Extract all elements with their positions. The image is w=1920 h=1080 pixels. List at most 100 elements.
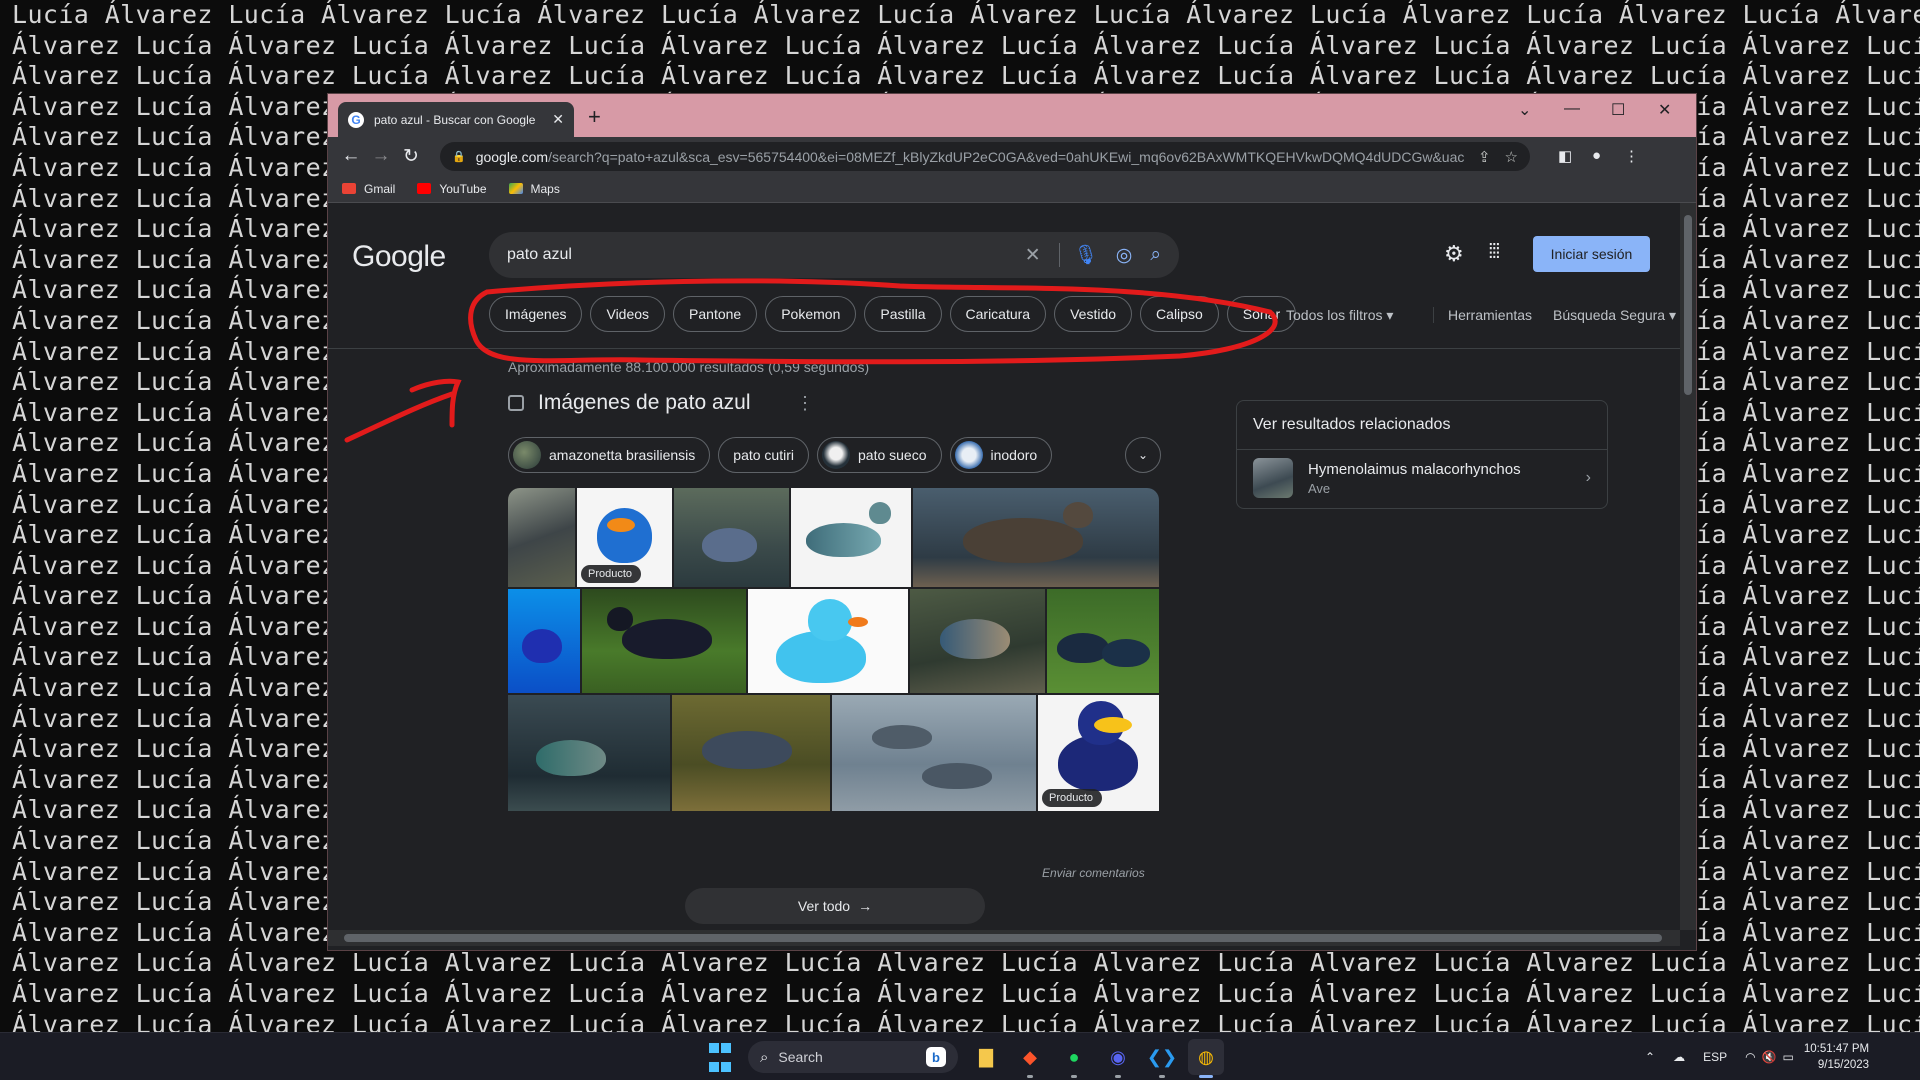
chip-pastilla[interactable]: Pastilla [864,296,942,332]
url-text[interactable]: google.com/search?q=pato+azul&sca_esv=56… [476,149,1464,165]
horizontal-scrollbar[interactable] [328,930,1680,946]
chip-caricatura[interactable]: Caricatura [949,296,1047,332]
related-chip-pato-sueco[interactable]: pato sueco [817,437,942,473]
chip-pantone[interactable]: Pantone [673,296,758,332]
related-chip-pato-cutiri[interactable]: pato cutiri [718,437,809,473]
image-result[interactable] [582,589,746,693]
related-chip-label: amazonetta brasiliensis [549,447,696,463]
taskbar-search-box[interactable]: ⌕ Search b [748,1041,958,1073]
back-arrow-icon[interactable]: ← [336,145,366,167]
image-result[interactable] [672,695,830,811]
chip-calipso[interactable]: Calipso [1140,296,1219,332]
onedrive-cloud-icon[interactable]: ☁ [1673,1050,1685,1064]
image-result[interactable] [1047,589,1159,693]
result-stats: Aproximadamente 88.100.000 resultados (0… [508,359,870,375]
wallpaper-text-line: Álvarez Lucía Álvarez Lucía Álvarez Lucí… [12,30,1920,60]
image-result[interactable] [508,589,580,693]
vertical-scrollbar[interactable] [1680,203,1696,930]
volume-muted-icon[interactable]: 🔇 [1762,1050,1777,1064]
chrome-window: G pato azul - Buscar con Google ✕ + ⌄ — … [327,93,1697,951]
see-all-button[interactable]: Ver todo → [685,888,985,924]
more-menu-icon[interactable]: ⋮ [1624,147,1639,165]
related-chip-amazonetta[interactable]: amazonetta brasiliensis [508,437,711,473]
image-result[interactable]: Producto [577,488,672,587]
brave-browser-icon[interactable]: ◆ [1012,1039,1048,1078]
wallpaper-text-line: Álvarez Lucía Álvarez Lucía Álvarez Lucí… [12,61,1920,91]
minimize-icon[interactable]: — [1564,100,1580,118]
bookmark-star-icon[interactable]: ☆ [1505,148,1518,166]
image-result[interactable] [910,589,1045,693]
windows-start-icon[interactable] [702,1039,738,1075]
chip-pokemon[interactable]: Pokemon [765,296,857,332]
tab-search-chevron-icon[interactable]: ⌄ [1518,100,1531,120]
close-tab-icon[interactable]: ✕ [552,111,564,128]
image-result[interactable] [748,589,908,693]
chip-thumbnail [513,441,541,469]
related-result-item[interactable]: Hymenolaimus malacorhynchos Ave › [1237,450,1607,506]
system-tray: ⌃ ☁ ESP ◠ 🔇 ▭ 10:51:47 PM 9/15/2023 [1645,1033,1869,1080]
image-result[interactable]: Producto [1038,695,1159,811]
related-panel-title: Ver resultados relacionados [1237,401,1607,450]
chevron-up-icon[interactable]: ⌃ [1645,1050,1655,1064]
bookmark-gmail[interactable]: Gmail [342,182,395,196]
arrow-right-icon: → [858,898,873,914]
image-result[interactable] [674,488,789,587]
address-bar[interactable]: 🔒 google.com/search?q=pato+azul&sca_esv=… [440,142,1530,171]
spotify-icon[interactable]: ● [1056,1039,1092,1078]
search-icon[interactable]: ⌕ [1150,244,1161,266]
file-explorer-icon[interactable]: ▇ [968,1039,1004,1075]
browser-toolbar: ← → ↻ 🔒 google.com/search?q=pato+azul&sc… [328,137,1696,175]
bookmark-maps[interactable]: Maps [508,182,560,196]
battery-icon[interactable]: ▭ [1783,1050,1794,1064]
clear-icon[interactable]: ✕ [1025,244,1041,267]
related-chip-inodoro[interactable]: inodoro [949,437,1053,473]
image-result[interactable] [832,695,1036,811]
image-result[interactable] [508,488,575,587]
tools-button[interactable]: Herramientas [1433,307,1532,323]
google-logo[interactable]: Google [352,240,446,274]
settings-gear-icon[interactable]: ⚙ [1444,241,1464,267]
chrome-icon[interactable]: ◍ [1188,1039,1224,1078]
vscode-icon[interactable]: ❮❯ [1144,1039,1180,1078]
forward-arrow-icon[interactable]: → [366,145,396,167]
close-window-icon[interactable]: ✕ [1658,100,1671,120]
share-icon[interactable]: ⇪ [1478,148,1491,166]
apps-grid-icon[interactable]: ⁞⁞⁞ [1488,241,1501,264]
language-indicator[interactable]: ESP [1703,1050,1727,1064]
search-input[interactable] [507,246,1007,264]
microphone-icon[interactable]: 🎙 [1058,243,1098,267]
google-lens-icon[interactable]: ◎ [1116,244,1133,267]
image-result[interactable] [791,488,911,587]
profile-icon[interactable]: ● [1592,147,1601,164]
discord-icon[interactable]: ◉ [1100,1039,1136,1078]
chip-videos[interactable]: Videos [590,296,666,332]
side-panel-icon[interactable]: ◧ [1558,147,1572,165]
maximize-icon[interactable]: ☐ [1611,100,1625,120]
vertical-scroll-thumb[interactable] [1684,215,1692,395]
chip-imagenes[interactable]: Imágenes [489,296,583,332]
bookmark-youtube[interactable]: YouTube [417,182,487,196]
reload-icon[interactable]: ↻ [396,145,426,168]
chip-vestido[interactable]: Vestido [1054,296,1133,332]
new-tab-icon[interactable]: + [588,104,601,130]
horizontal-scroll-thumb[interactable] [344,934,1662,942]
expand-chips-chevron-icon[interactable]: ⌄ [1125,437,1161,473]
images-more-options-icon[interactable]: ⋮ [796,393,814,414]
send-feedback-link[interactable]: Enviar comentarios [1042,866,1145,880]
search-box: ✕ 🎙 ◎ ⌕ [489,232,1179,278]
all-filters-label: Todos los filtros [1286,307,1383,323]
image-result[interactable] [913,488,1159,587]
tab-google-search[interactable]: G pato azul - Buscar con Google ✕ [338,102,574,137]
url-host: google.com [475,148,549,165]
product-badge: Producto [581,565,642,583]
clock[interactable]: 10:51:47 PM 9/15/2023 [1804,1041,1869,1073]
safe-search-dropdown[interactable]: Búsqueda Segura ▾ [1553,307,1676,324]
all-filters-dropdown[interactable]: Todos los filtros ▾ [1286,307,1393,324]
bing-icon: b [926,1047,946,1067]
image-result[interactable] [508,695,670,811]
wallpaper-text-line: Álvarez Lucía Álvarez Lucía Álvarez Lucí… [12,1009,1920,1032]
sign-in-button[interactable]: Iniciar sesión [1533,236,1650,272]
chip-thumbnail [822,441,850,469]
wifi-icon[interactable]: ◠ [1745,1050,1755,1064]
bookmark-label: Gmail [364,181,396,196]
